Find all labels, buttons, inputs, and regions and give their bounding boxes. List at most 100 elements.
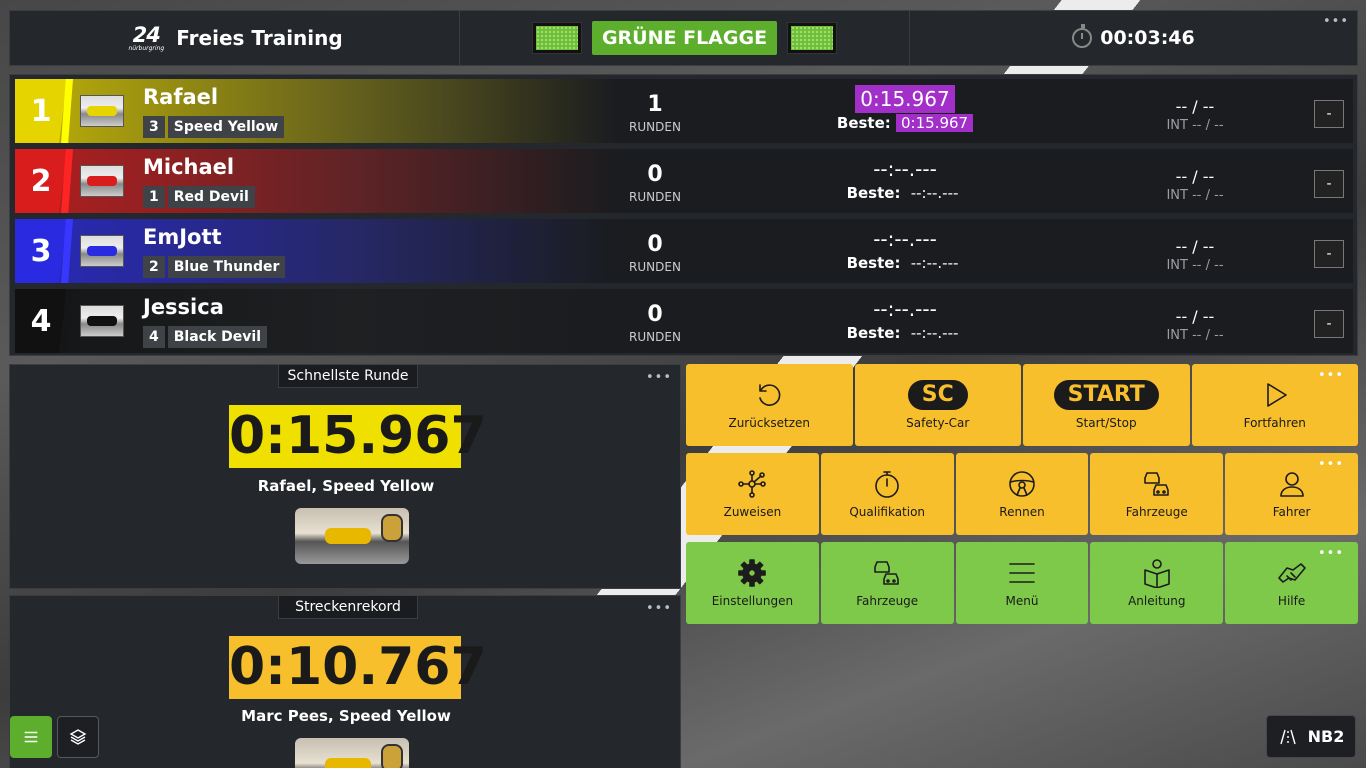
last-lap-time: 0:15.967 [855,85,955,113]
logo-mark: 24 [132,22,161,47]
gap-info: -- / -- INT -- / -- [1145,167,1245,203]
vehicles-button[interactable]: Fahrzeuge [1090,453,1224,535]
lap-count-value: 0 [647,232,663,257]
best-label: Beste: [846,324,901,342]
last-lap-time: --:--.--- [873,297,937,321]
best-lap-time: 0:15.967 [896,114,974,132]
lap-times: --:--.--- Beste: --:--.--- [795,155,1015,202]
qualifying-button[interactable]: Qualifikation [820,453,954,535]
stopwatch-icon [1072,24,1093,48]
start-pill: START [1053,380,1159,410]
position-number: 3 [15,219,67,283]
track-record-driver: Marc Pees, Speed Yellow [241,707,451,725]
race-controls: Zurücksetzen SC Safety-Car START Start/S… [686,364,1358,446]
mode-controls-more-icon[interactable]: ••• [1318,458,1344,471]
interval-value: INT -- / -- [1166,118,1224,133]
layers-icon [69,729,87,745]
race-button[interactable]: Rennen [955,453,1089,535]
safety-car-button[interactable]: SC Safety-Car [854,364,1021,446]
fastest-lap-more-icon[interactable]: ••• [646,371,672,384]
safety-car-label: Safety-Car [906,416,970,430]
row-action-button[interactable]: - [1314,100,1344,128]
car-info: 3 Speed Yellow [143,116,285,138]
menu-label: Menü [1005,594,1039,608]
person-icon [1279,472,1304,497]
driver-name: Jessica [143,295,224,319]
lap-count-label: RUNDEN [629,330,681,344]
flag-status: GRÜNE FLAGGE [459,11,909,65]
settings-controls-more-icon[interactable]: ••• [1318,547,1344,560]
row-action-button[interactable]: - [1314,310,1344,338]
interval-value: INT -- / -- [1166,258,1224,273]
header-more-icon[interactable]: ••• [1323,15,1349,28]
car-number: 4 [143,326,165,348]
fastest-lap-time: 0:15.967 [229,405,487,468]
session-title: Freies Training [176,26,343,50]
green-light-left [531,22,582,54]
settings-label: Einstellungen [711,594,794,608]
car-name: Black Devil [167,326,267,348]
session-info: 24 nürburgring Freies Training [10,11,459,65]
car-info: 2 Blue Thunder [143,256,286,278]
car-thumbnail [80,165,124,197]
best-lap-time: --:--.--- [910,324,959,342]
qualifying-label: Qualifikation [849,505,926,519]
layers-button[interactable] [57,716,99,758]
race-label: Rennen [999,505,1045,519]
lap-count: 1 RUNDEN [615,92,695,135]
menu-toggle-button[interactable] [10,716,52,758]
car-number: 1 [143,186,165,208]
start-stop-button[interactable]: START Start/Stop [1023,364,1190,446]
car-info: 4 Black Devil [143,326,267,348]
best-lap: Beste: 0:15.967 [795,114,1015,132]
lap-count: 0 RUNDEN [615,163,695,205]
nurburgring-logo: 24 nürburgring [126,23,166,53]
lap-count-value: 1 [647,92,663,117]
play-icon [1266,383,1287,407]
continue-label: Fortfahren [1243,416,1306,430]
session-timer: 00:03:46 [909,11,1357,65]
driver-name: Rafael [143,85,219,109]
reset-button[interactable]: Zurücksetzen [686,364,853,446]
settings-button[interactable]: Einstellungen [686,542,819,624]
best-lap-time: --:--.--- [910,254,959,272]
menu-button[interactable]: Menü [955,542,1089,624]
green-light-right [787,22,838,54]
leaderboard-row: 3 EmJott 2 Blue Thunder 0 RUNDEN --:--.--- Best… [15,219,1353,283]
gap-info: -- / -- INT -- / -- [1145,237,1245,273]
track-name: NB2 [1307,727,1345,746]
track-record-label: Streckenrekord [278,595,418,619]
fastest-lap-driver: Rafael, Speed Yellow [257,477,435,495]
flag-badge: GRÜNE FLAGGE [591,21,778,55]
track-selector-button[interactable]: NB2 [1266,715,1356,758]
last-lap-time: --:--.--- [873,157,937,181]
track-record-panel: Streckenrekord ••• 0:10.767 Marc Pees, S… [9,595,681,768]
best-lap-time: --:--.--- [910,184,959,202]
leaderboard-row: 2 Michael 1 Red Devil 0 RUNDEN --:--.--- Beste:… [15,149,1353,213]
fastest-lap-panel: Schnellste Runde ••• 0:15.967 Rafael, Sp… [9,364,681,589]
start-stop-label: Start/Stop [1075,416,1137,430]
leaderboard: ••• 1Rafael3Speed Yellow1RUNDEN0:15.967B… [9,74,1358,356]
row-action-button[interactable]: - [1314,170,1344,198]
best-label: Beste: [846,254,901,272]
hamburger-icon [24,731,38,743]
race-controls-more-icon[interactable]: ••• [1318,369,1344,382]
vehicles-settings-button[interactable]: Fahrzeuge [820,542,954,624]
lap-times: 0:15.967 Beste: 0:15.967 [795,85,1015,132]
menu-icon [1009,563,1035,583]
driver-name: EmJott [143,225,222,249]
track-record-more-icon[interactable]: ••• [646,602,672,615]
guide-button[interactable]: Anleitung [1090,542,1224,624]
row-action-button[interactable]: - [1314,240,1344,268]
car-thumbnail [80,305,124,337]
gear-icon [738,559,767,587]
leaderboard-row: 4 Jessica 4 Black Devil 0 RUNDEN --:--.--- Best… [15,289,1353,353]
car-thumbnail [80,235,124,267]
car-name: Blue Thunder [167,256,286,278]
car-name: Speed Yellow [167,116,285,138]
interval-value: INT -- / -- [1166,188,1224,203]
lap-count-label: RUNDEN [629,190,681,204]
reset-icon [759,384,781,406]
assign-button[interactable]: Zuweisen [686,453,819,535]
settings-controls: Einstellungen Fahrzeuge Menü Anleitung H… [686,542,1358,624]
